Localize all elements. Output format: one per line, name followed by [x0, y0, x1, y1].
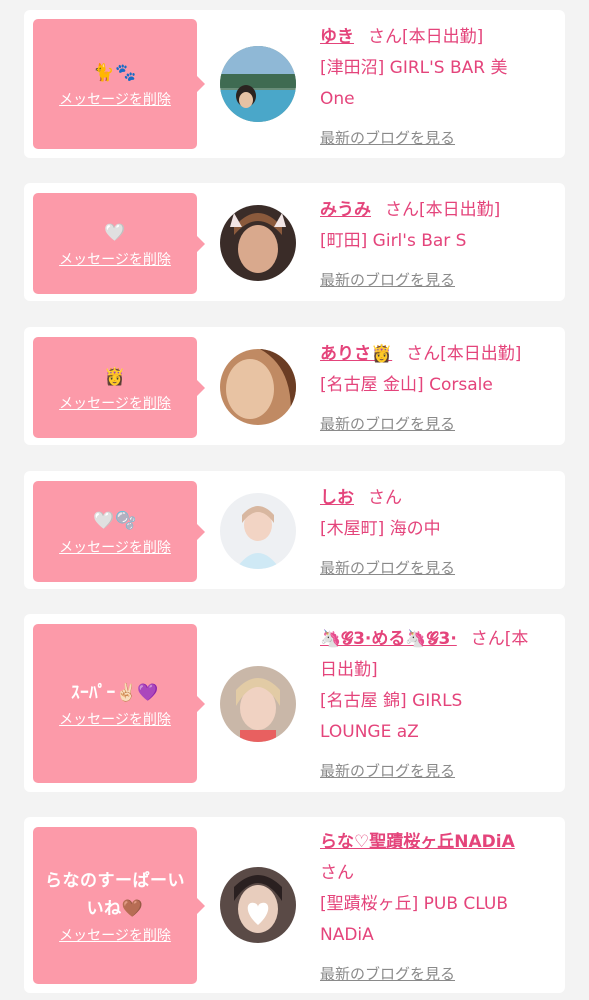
shop-name: [名古屋 金山] Corsale	[320, 375, 493, 395]
honorific: さん	[368, 27, 402, 47]
honorific: さん	[368, 488, 402, 508]
message-card: 🤍🫧 メッセージを削除 しお さん [木屋町] 海の中 最新のブログを見る	[24, 471, 565, 589]
work-status: [本	[504, 629, 529, 649]
message-bubble: らなのすーぱーいいね🤎 メッセージを削除	[33, 827, 205, 984]
message-card: ｽｰﾊﾟｰ✌🏻💜 メッセージを削除 🦄𝓖3·める🦄𝓖3· さん[本 日出勤] [名…	[24, 614, 565, 792]
message-card: 🤍 メッセージを削除 みうみ さん[本日出勤] [町田] Girl's Bar S…	[24, 183, 565, 301]
message-card: 🐈🐾 メッセージを削除 ゆき さん[本日出勤] [津田沼] GIRL'S BAR …	[24, 10, 565, 158]
latest-blog-link[interactable]: 最新のブログを見る	[320, 962, 552, 986]
message-bubble: 🤍🫧 メッセージを削除	[33, 481, 205, 582]
message-text: 🤍🫧	[93, 510, 137, 531]
avatar[interactable]	[220, 46, 296, 122]
latest-blog-link[interactable]: 最新のブログを見る	[320, 268, 552, 292]
delete-message-link[interactable]: メッセージを削除	[59, 709, 171, 729]
girl-name-link[interactable]: ゆき	[320, 27, 354, 47]
message-list-page: { "colors": { "background": "#f3f3f3", "…	[0, 0, 589, 1000]
girl-name-link[interactable]: 🦄𝓖3·める🦄𝓖3·	[320, 629, 457, 649]
shop-name: [津田沼] GIRL'S BAR 美	[320, 58, 508, 78]
honorific: さん	[470, 629, 505, 649]
message-card: らなのすーぱーいいね🤎 メッセージを削除 らな♡聖蹟桜ヶ丘NADiA さん [聖…	[24, 817, 565, 993]
delete-message-link[interactable]: メッセージを削除	[59, 393, 171, 413]
work-status: 日出勤]	[320, 660, 378, 680]
shop-name: [町田] Girl's Bar S	[320, 231, 467, 251]
message-text: 🐈🐾	[93, 63, 137, 83]
delete-message-link[interactable]: メッセージを削除	[59, 249, 171, 269]
profile-info: みうみ さん[本日出勤] [町田] Girl's Bar S 最新のブログを見る	[320, 195, 552, 292]
avatar[interactable]	[220, 493, 296, 569]
work-status: [本日出勤]	[419, 200, 501, 220]
message-bubble: 🐈🐾 メッセージを削除	[33, 19, 205, 149]
message-card: 👸 メッセージを削除 ありさ👸 さん[本日出勤] [名古屋 金山] Corsale…	[24, 327, 565, 445]
delete-message-link[interactable]: メッセージを削除	[59, 925, 171, 945]
honorific: さん	[320, 863, 354, 883]
avatar[interactable]	[220, 666, 296, 742]
shop-name: One	[320, 89, 355, 109]
shop-name: [木屋町] 海の中	[320, 519, 441, 539]
profile-info: ありさ👸 さん[本日出勤] [名古屋 金山] Corsale 最新のブログを見る	[320, 339, 552, 436]
honorific: さん	[385, 200, 419, 220]
girl-name-link[interactable]: みうみ	[320, 200, 371, 220]
profile-info: らな♡聖蹟桜ヶ丘NADiA さん [聖蹟桜ヶ丘] PUB CLUB NADiA …	[320, 827, 552, 986]
avatar[interactable]	[220, 867, 296, 943]
message-bubble: 👸 メッセージを削除	[33, 337, 205, 438]
work-status: [本日出勤]	[402, 27, 484, 47]
avatar[interactable]	[220, 205, 296, 281]
latest-blog-link[interactable]: 最新のブログを見る	[320, 412, 552, 436]
message-text: らなのすーぱーいいね🤎	[45, 870, 185, 919]
girl-name-link[interactable]: ありさ👸	[320, 344, 392, 364]
avatar[interactable]	[220, 349, 296, 425]
shop-name: LOUNGE aZ	[320, 722, 419, 742]
shop-name: [聖蹟桜ヶ丘] PUB CLUB	[320, 894, 509, 914]
latest-blog-link[interactable]: 最新のブログを見る	[320, 759, 552, 783]
message-text: 👸	[104, 366, 126, 387]
latest-blog-link[interactable]: 最新のブログを見る	[320, 556, 552, 580]
profile-info: 🦄𝓖3·める🦄𝓖3· さん[本 日出勤] [名古屋 錦] GIRLS LOUNGE…	[320, 624, 552, 783]
message-bubble: ｽｰﾊﾟｰ✌🏻💜 メッセージを削除	[33, 624, 205, 783]
latest-blog-link[interactable]: 最新のブログを見る	[320, 126, 552, 150]
honorific: さん	[406, 344, 441, 364]
profile-info: しお さん [木屋町] 海の中 最新のブログを見る	[320, 483, 552, 580]
shop-name: NADiA	[320, 925, 374, 945]
message-text: 🤍	[104, 222, 126, 243]
girl-name-link[interactable]: らな♡聖蹟桜ヶ丘NADiA	[320, 832, 515, 852]
profile-info: ゆき さん[本日出勤] [津田沼] GIRL'S BAR 美 One 最新のブログ…	[320, 22, 552, 150]
girl-name-link[interactable]: しお	[320, 488, 354, 508]
delete-message-link[interactable]: メッセージを削除	[59, 537, 171, 557]
delete-message-link[interactable]: メッセージを削除	[59, 89, 171, 109]
shop-name: [名古屋 錦] GIRLS	[320, 691, 463, 711]
message-text: ｽｰﾊﾟｰ✌🏻💜	[71, 682, 159, 703]
work-status: [本日出勤]	[440, 344, 522, 364]
message-bubble: 🤍 メッセージを削除	[33, 193, 205, 294]
